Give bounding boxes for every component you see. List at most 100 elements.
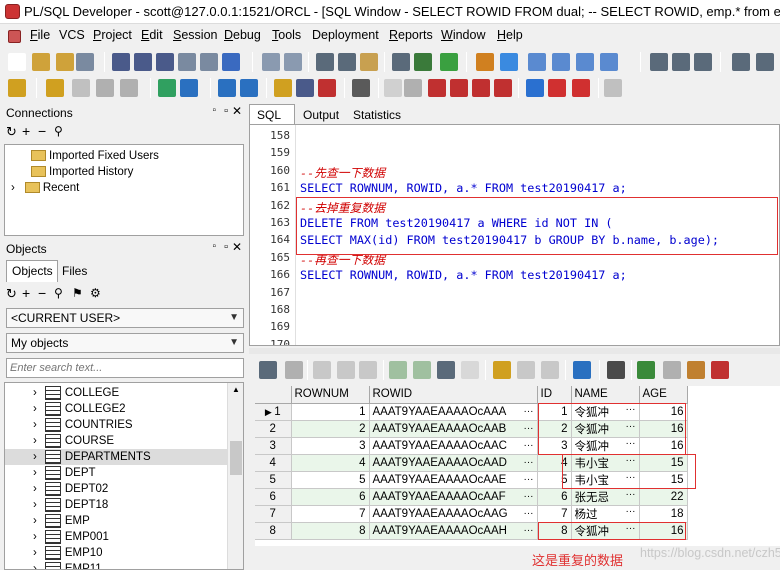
close-icon[interactable]: ✕ <box>232 240 242 254</box>
cell-name[interactable]: 张无忌 ··· <box>571 488 640 506</box>
col-header-rowid[interactable]: ROWID <box>369 386 538 404</box>
tools-icon[interactable] <box>318 79 336 97</box>
table-row[interactable]: 7 7 AAAT9YAAEAAAAOcAAG ··· 7 杨过 ··· 18 <box>255 505 688 523</box>
expand-icon[interactable]: › <box>33 563 37 569</box>
remove-icon[interactable]: − <box>38 123 46 139</box>
sql-editor[interactable]: 158 159 160 --先查一下数据 161 SELECT ROWNUM, ROWID… <box>249 124 780 346</box>
expand-icon[interactable]: › <box>33 403 37 415</box>
save-results-icon[interactable] <box>607 361 625 379</box>
table-node[interactable]: › DEPT <box>5 465 243 481</box>
remove-icon[interactable]: − <box>38 285 46 301</box>
refresh-icon[interactable]: ↻ <box>6 124 17 140</box>
trace-icon[interactable] <box>604 79 622 97</box>
debug-icon[interactable] <box>472 79 490 97</box>
menu-deployment[interactable]: Deployment <box>312 28 379 42</box>
delete-row-icon[interactable] <box>337 361 355 379</box>
results-grid[interactable]: ROWNUM ROWID ID NAME AGE ▶ 1 1 AAAT9YAAEAA… <box>255 386 780 546</box>
expand-icon[interactable]: › <box>33 419 37 431</box>
table-node[interactable]: › DEPT18 <box>5 497 243 513</box>
add-icon[interactable]: + <box>22 123 30 139</box>
current-user-select[interactable]: <CURRENT USER> ▼ <box>6 308 244 328</box>
cell-edit-ellipsis[interactable]: ··· <box>524 457 534 468</box>
cell-rownum[interactable]: 7 <box>291 505 370 523</box>
tns-icon[interactable] <box>180 79 198 97</box>
close-all-icon[interactable] <box>200 53 218 71</box>
cell-age[interactable]: 18 <box>639 505 688 523</box>
outdent-icon[interactable] <box>528 53 546 71</box>
cell-rownum[interactable]: 1 <box>291 403 370 421</box>
refresh-icon[interactable]: ↻ <box>6 286 17 302</box>
indent-icon[interactable] <box>500 53 518 71</box>
paste-icon[interactable] <box>360 53 378 71</box>
save-icon[interactable] <box>112 53 130 71</box>
query-builder-icon[interactable] <box>296 79 314 97</box>
undo-icon[interactable] <box>262 53 280 71</box>
dock-icon[interactable]: ▫ <box>212 105 216 116</box>
save-all-icon[interactable] <box>134 53 152 71</box>
cell-id[interactable]: 6 <box>537 488 572 506</box>
find-grid-icon[interactable] <box>437 361 455 379</box>
cell-edit-ellipsis[interactable]: ··· <box>524 423 534 434</box>
tab-sql[interactable]: SQL <box>249 104 295 126</box>
export2-icon[interactable] <box>663 361 681 379</box>
search-input[interactable] <box>6 358 244 378</box>
open-dropdown-icon[interactable] <box>56 53 74 71</box>
cell-rownum[interactable]: 8 <box>291 522 370 540</box>
table-node[interactable]: › COLLEGE2 <box>5 401 243 417</box>
layout-icon[interactable] <box>732 53 750 71</box>
cell-rownum[interactable]: 6 <box>291 488 370 506</box>
layout2-icon[interactable] <box>756 53 774 71</box>
save-as-icon[interactable] <box>156 53 174 71</box>
cell-id[interactable]: 7 <box>537 505 572 523</box>
filter-icon[interactable]: ⚑ <box>72 286 83 300</box>
tab-objects[interactable]: Objects <box>6 260 58 282</box>
expand-icon[interactable]: › <box>33 483 37 495</box>
redo-icon[interactable] <box>284 53 302 71</box>
menu-reports[interactable]: Reports <box>389 28 433 42</box>
lock-icon[interactable] <box>285 361 303 379</box>
open-icon[interactable] <box>32 53 50 71</box>
tab-statistics[interactable]: Statistics <box>353 108 401 122</box>
table-node[interactable]: › COUNTRIES <box>5 417 243 433</box>
scroll-up-icon[interactable]: ▲ <box>232 385 240 394</box>
expand-icon[interactable]: › <box>33 387 37 399</box>
breakpoint-icon[interactable] <box>494 79 512 97</box>
cell-age[interactable]: 22 <box>639 488 688 506</box>
session-icon[interactable] <box>218 79 236 97</box>
query-by-example-icon[interactable] <box>493 361 511 379</box>
comment-icon[interactable] <box>552 53 570 71</box>
menu-window[interactable]: Window <box>441 28 485 42</box>
cell-rowid[interactable]: AAAT9YAAEAAAAOcAAE ··· <box>369 471 538 489</box>
col-header-age[interactable]: AGE <box>639 386 688 404</box>
cell-rowid[interactable]: AAAT9YAAEAAAAOcAAG ··· <box>369 505 538 523</box>
settings-icon[interactable]: ⚙ <box>90 286 101 300</box>
filter-icon[interactable]: ⚲ <box>54 124 63 138</box>
sql-icon[interactable] <box>158 79 176 97</box>
table-node[interactable]: › COLLEGE <box>5 385 243 401</box>
wrench-icon[interactable] <box>352 79 370 97</box>
export-dropdown-icon[interactable] <box>711 361 729 379</box>
sort-desc-icon[interactable] <box>541 361 559 379</box>
add-row-icon[interactable] <box>313 361 331 379</box>
table-node[interactable]: › EMP <box>5 513 243 529</box>
cell-edit-ellipsis[interactable]: ··· <box>626 506 636 517</box>
cut-icon[interactable] <box>316 53 334 71</box>
post-icon[interactable] <box>359 361 377 379</box>
chart-icon[interactable] <box>687 361 705 379</box>
expand-icon[interactable]: › <box>33 515 37 527</box>
last-page-icon[interactable] <box>413 361 431 379</box>
col-header-name[interactable]: NAME <box>571 386 640 404</box>
uppercase-icon[interactable] <box>600 53 618 71</box>
pin-icon[interactable]: ▫ <box>224 241 228 253</box>
package-icon[interactable] <box>404 79 422 97</box>
connection-node[interactable]: Imported Fixed Users <box>5 148 243 164</box>
expand-icon[interactable]: › <box>33 467 37 479</box>
find-icon[interactable] <box>392 53 410 71</box>
find-replace-icon[interactable] <box>414 53 432 71</box>
bookmark-icon[interactable] <box>476 53 494 71</box>
cell-rowid[interactable]: AAAT9YAAEAAAAOcAAF ··· <box>369 488 538 506</box>
print-preview-icon[interactable] <box>222 53 240 71</box>
compile-all-icon[interactable] <box>450 79 468 97</box>
table-node[interactable]: › DEPT02 <box>5 481 243 497</box>
clear-icon[interactable] <box>461 361 479 379</box>
